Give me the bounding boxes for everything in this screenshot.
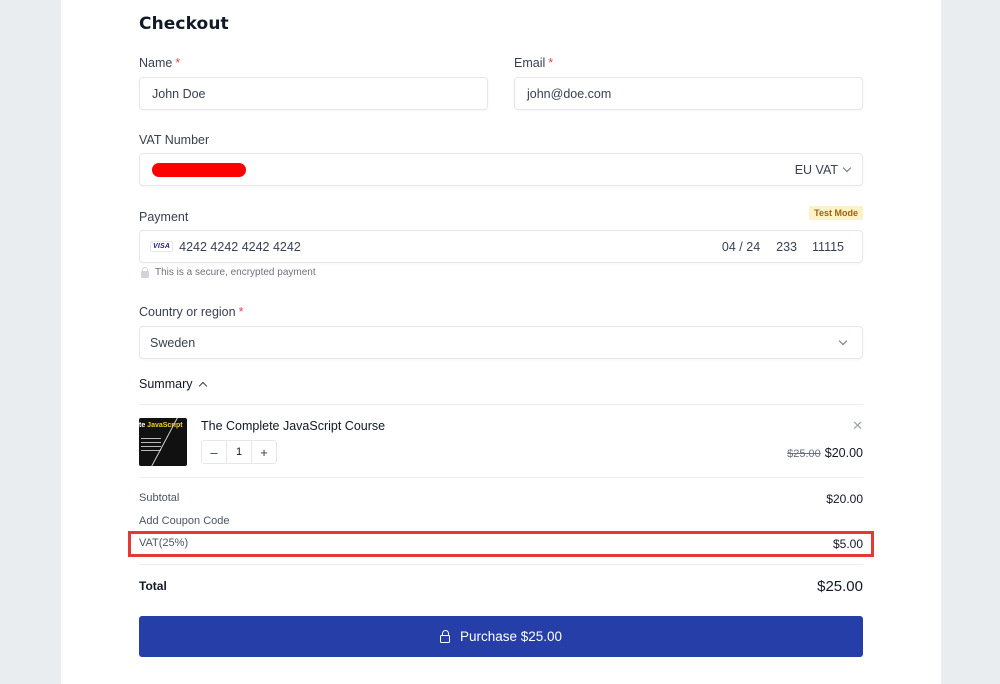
checkout-card: Checkout Name * John Doe Email * john@doe.… — [61, 0, 941, 684]
page-title: Checkout — [139, 14, 229, 34]
name-input[interactable]: John Doe — [139, 77, 488, 110]
card-details: 04 / 24 233 11115 — [722, 240, 850, 254]
country-value: Sweden — [150, 335, 196, 350]
chevron-down-icon — [838, 336, 848, 345]
increment-button[interactable]: + — [252, 441, 276, 463]
subtotal-row: Subtotal $20.00 — [139, 492, 863, 506]
test-mode-badge: Test Mode — [809, 206, 863, 220]
required-mark: * — [175, 56, 181, 70]
original-price: $25.00 — [787, 448, 821, 460]
thumbnail-highlight: JavaScript — [147, 422, 183, 429]
quantity-value[interactable]: 1 — [226, 441, 252, 463]
payment-label: Payment — [139, 210, 189, 224]
lock-icon — [141, 266, 149, 278]
product-price: $25.00 $20.00 — [787, 446, 863, 460]
vat-label: VAT(25%) — [139, 537, 189, 549]
secure-payment-note: This is a secure, encrypted payment — [141, 266, 316, 278]
lock-icon — [439, 629, 450, 643]
vat-value: $5.00 — [832, 537, 863, 551]
vat-row: VAT(25%) $5.00 — [139, 537, 863, 551]
divider — [139, 477, 863, 478]
divider — [139, 564, 863, 565]
redacted-vat-value — [152, 162, 246, 177]
country-label-text: Country or region — [139, 305, 236, 319]
card-cvc[interactable]: 233 — [776, 240, 797, 254]
divider — [139, 404, 863, 405]
product-name: The Complete JavaScript Course — [201, 419, 386, 433]
card-postal[interactable]: 11115 — [812, 240, 844, 254]
thumbnail-title: te JavaScript — [139, 422, 183, 429]
product-thumbnail: te JavaScript — [139, 418, 187, 466]
email-value: john@doe.com — [527, 86, 612, 101]
name-label: Name * — [139, 56, 180, 70]
name-label-text: Name — [139, 56, 173, 70]
card-input[interactable]: VISA 4242 4242 4242 4242 04 / 24 233 111… — [139, 230, 863, 263]
country-label: Country or region * — [139, 305, 243, 319]
subtotal-value: $20.00 — [826, 492, 863, 506]
email-input[interactable]: john@doe.com — [514, 77, 863, 110]
summary-label: Summary — [139, 377, 193, 391]
vat-type-select[interactable]: EU VAT — [794, 162, 852, 177]
vat-number-label: VAT Number — [139, 133, 210, 147]
required-mark: * — [548, 56, 554, 70]
chevron-up-icon — [199, 381, 208, 391]
card-number: 4242 4242 4242 4242 — [179, 239, 301, 254]
add-coupon-link[interactable]: Add Coupon Code — [139, 515, 230, 527]
email-label-text: Email — [514, 56, 546, 70]
card-expiry[interactable]: 04 / 24 — [722, 240, 760, 254]
email-label: Email * — [514, 56, 553, 70]
chevron-down-icon — [842, 163, 852, 172]
vat-number-input[interactable]: EU VAT — [139, 153, 863, 186]
subtotal-label: Subtotal — [139, 492, 180, 504]
country-select[interactable]: Sweden — [139, 326, 863, 359]
total-value: $25.00 — [817, 578, 863, 595]
discounted-price: $20.00 — [824, 446, 863, 460]
name-value: John Doe — [152, 86, 206, 101]
total-label: Total — [139, 579, 167, 593]
visa-icon: VISA — [150, 241, 174, 252]
decrement-button[interactable]: – — [202, 441, 226, 463]
coupon-row: Add Coupon Code — [139, 515, 863, 527]
purchase-button[interactable]: Purchase $25.00 — [139, 616, 863, 657]
vat-type-value: EU VAT — [794, 162, 838, 177]
thumbnail-text: te — [139, 422, 148, 429]
secure-note-text: This is a secure, encrypted payment — [155, 267, 316, 278]
required-mark: * — [238, 305, 244, 319]
purchase-label: Purchase $25.00 — [459, 629, 563, 644]
remove-item-button[interactable]: ✕ — [852, 418, 863, 434]
quantity-stepper: – 1 + — [201, 440, 277, 464]
summary-toggle[interactable]: Summary — [139, 377, 208, 391]
